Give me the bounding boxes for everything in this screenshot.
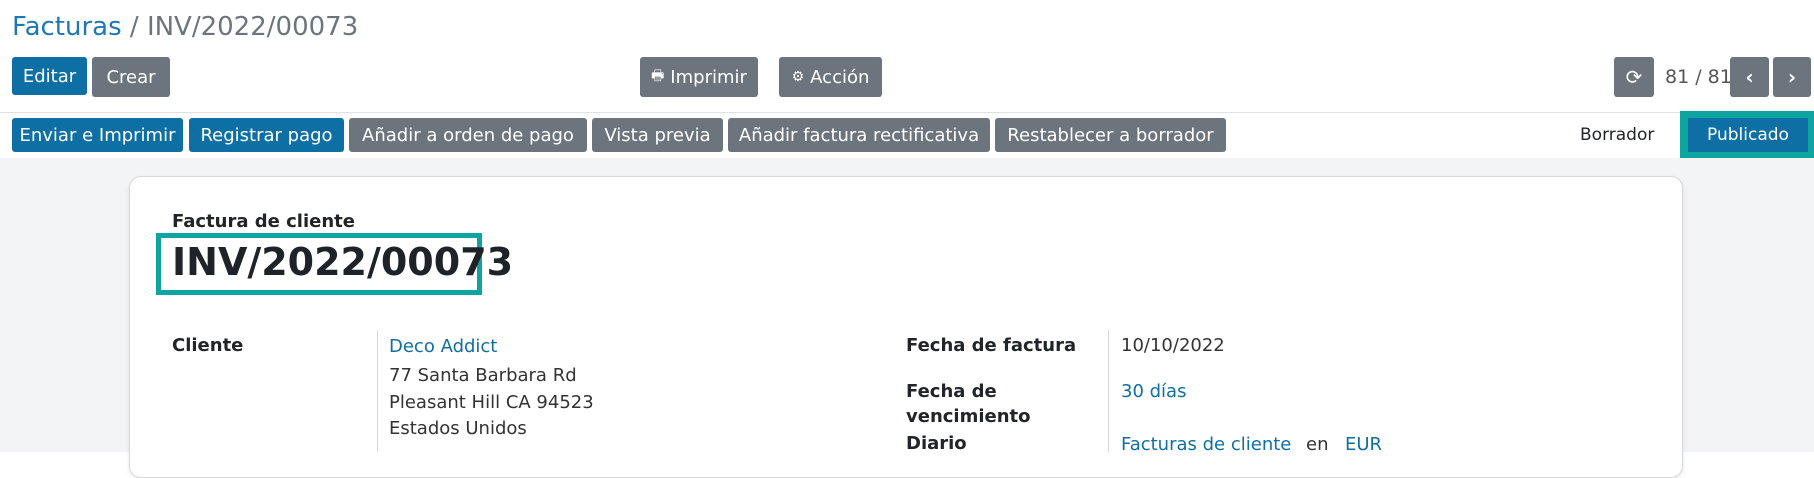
print-button[interactable]: 🖶 Imprimir	[640, 57, 758, 97]
add-credit-note-label: Añadir factura rectificativa	[738, 124, 980, 146]
previous-record-button[interactable]: ‹	[1730, 57, 1769, 97]
add-payment-order-button[interactable]: Añadir a orden de pago	[349, 118, 587, 152]
preview-button[interactable]: Vista previa	[592, 118, 723, 152]
invoice-date-value[interactable]: 10/10/2022	[1121, 335, 1225, 356]
chevron-left-icon: ‹	[1745, 65, 1754, 89]
next-record-button[interactable]: ›	[1773, 57, 1811, 97]
customer-name-link[interactable]: Deco Addict	[389, 336, 497, 357]
document-number: INV/2022/00073	[172, 240, 514, 284]
breadcrumb: Facturas / INV/2022/00073	[12, 10, 358, 44]
action-button-label: Acción	[810, 66, 870, 88]
create-button-label: Crear	[106, 66, 156, 88]
edit-button-label: Editar	[22, 65, 77, 87]
customer-label: Cliente	[172, 335, 244, 356]
send-print-label: Enviar e Imprimir	[19, 124, 176, 146]
status-posted-highlight: Publicado	[1680, 111, 1814, 160]
customer-address-line-3: Estados Unidos	[389, 418, 527, 439]
reset-to-draft-button[interactable]: Restablecer a borrador	[995, 118, 1226, 152]
add-payment-order-label: Añadir a orden de pago	[362, 124, 574, 146]
payment-terms-value[interactable]: 30 días	[1121, 381, 1186, 402]
customer-address-line-1: 77 Santa Barbara Rd	[389, 365, 577, 386]
due-date-label-line-2: vencimiento	[906, 406, 1031, 427]
breadcrumb-separator: /	[129, 12, 139, 42]
pager-counter[interactable]: 81 / 81	[1665, 66, 1732, 88]
chevron-right-icon: ›	[1787, 65, 1797, 89]
send-print-button[interactable]: Enviar e Imprimir	[12, 118, 183, 152]
breadcrumb-facturas-link[interactable]: Facturas	[12, 12, 122, 42]
register-payment-button[interactable]: Registrar pago	[189, 118, 344, 152]
right-field-divider	[1108, 330, 1109, 452]
add-credit-note-button[interactable]: Añadir factura rectificativa	[728, 118, 990, 152]
create-button[interactable]: Crear	[92, 57, 170, 97]
document-type: Factura de cliente	[172, 211, 355, 232]
journal-label: Diario	[906, 433, 967, 454]
due-date-label-line-1: Fecha de	[906, 381, 997, 402]
action-button[interactable]: ⚙ Acción	[779, 57, 882, 97]
gear-icon: ⚙	[791, 69, 805, 85]
printer-icon: 🖶	[651, 68, 665, 84]
status-draft[interactable]: Borrador	[1580, 125, 1654, 145]
invoice-date-label: Fecha de factura	[906, 335, 1077, 356]
register-payment-label: Registrar pago	[200, 124, 333, 146]
status-posted[interactable]: Publicado	[1688, 118, 1808, 152]
customer-field-divider	[377, 330, 378, 452]
refresh-icon: ⟳	[1625, 65, 1643, 89]
refresh-button[interactable]: ⟳	[1614, 57, 1654, 97]
customer-address-line-2: Pleasant Hill CA 94523	[389, 392, 594, 413]
breadcrumb-current: INV/2022/00073	[146, 12, 359, 42]
statusbar-divider	[0, 112, 1814, 113]
print-button-label: Imprimir	[670, 66, 747, 88]
edit-button[interactable]: Editar	[12, 57, 87, 95]
preview-label: Vista previa	[604, 124, 711, 146]
reset-to-draft-label: Restablecer a borrador	[1007, 124, 1214, 146]
status-posted-label: Publicado	[1707, 125, 1789, 145]
